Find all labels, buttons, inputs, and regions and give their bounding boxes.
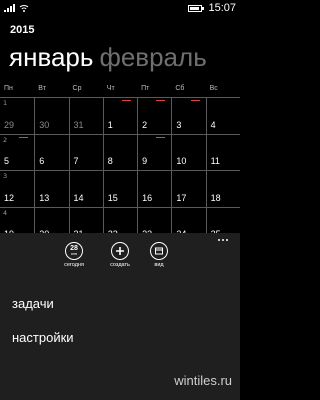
weekday-label: Вс: [209, 85, 218, 92]
more-dots-icon[interactable]: [218, 239, 228, 241]
weekday-label: Сб: [175, 85, 185, 92]
day-number: 16: [142, 192, 153, 203]
weekday-header-row: Пн Вт Ср Чт Пт Сб Вс: [0, 85, 240, 97]
day-cell[interactable]: 3 12: [0, 171, 34, 207]
weekday-label: Пт: [141, 85, 150, 92]
day-cell[interactable]: 1: [102, 98, 137, 134]
day-number: 6: [39, 156, 45, 166]
day-cell[interactable]: 10: [171, 134, 205, 170]
day-cell[interactable]: 30: [34, 98, 68, 134]
day-cell[interactable]: 17: [171, 171, 205, 207]
week-number: 4: [3, 208, 8, 217]
today-label: сегодня: [64, 262, 84, 268]
month-pivot: январь февраль: [9, 42, 207, 73]
menu-item-tasks[interactable]: задачи: [12, 296, 54, 311]
day-cell[interactable]: 15: [102, 171, 137, 207]
event-marker: [190, 100, 200, 101]
calendar-today-icon: 28 янв: [65, 242, 83, 260]
signal-icon: [4, 3, 15, 12]
day-number: 5: [4, 156, 10, 166]
week-row: 2 5 6 7 8 9 10 11: [0, 133, 240, 171]
day-number: 3: [176, 119, 182, 130]
day-number: 1: [107, 119, 113, 130]
week-number: 3: [3, 172, 8, 180]
week-number: 2: [3, 135, 8, 144]
day-cell[interactable]: 1 29: [0, 98, 34, 134]
day-number: 13: [39, 192, 50, 203]
month-calendar-grid: Пн Вт Ср Чт Пт Сб Вс 1 29 30 31 1 2 3 4 2 5 6 7 8 9 10 11 3 12 1…: [0, 85, 240, 243]
weekday-label: Пн: [4, 85, 13, 92]
create-label: создать: [110, 262, 130, 268]
day-number: 10: [176, 156, 187, 166]
weekday-label: Ср: [72, 85, 82, 92]
day-number: 7: [73, 156, 79, 166]
day-number: 14: [73, 192, 84, 203]
day-number: 31: [73, 119, 84, 130]
next-month[interactable]: февраль: [99, 42, 206, 72]
day-number: 29: [4, 119, 15, 130]
event-marker: [156, 100, 166, 101]
status-time: 15:07: [208, 2, 236, 14]
day-cell[interactable]: 7: [68, 134, 103, 170]
day-cell[interactable]: 9: [137, 134, 171, 170]
week-number: 1: [3, 99, 8, 107]
year-label: 2015: [10, 24, 35, 36]
today-month-abbr: янв: [70, 252, 78, 256]
day-cell[interactable]: 11: [205, 134, 240, 170]
today-button[interactable]: 28 янв сегодня: [54, 242, 94, 268]
calendar-view-icon: [150, 242, 168, 260]
day-cell[interactable]: 3: [171, 98, 205, 134]
day-number: 2: [142, 119, 148, 130]
status-bar: 15:07: [0, 0, 240, 16]
create-button[interactable]: создать: [100, 242, 140, 268]
view-button[interactable]: вид: [139, 242, 179, 268]
day-cell[interactable]: 18: [205, 171, 240, 207]
day-number: 8: [107, 156, 113, 166]
day-number: 11: [210, 156, 220, 166]
day-cell[interactable]: 16: [137, 171, 171, 207]
day-cell[interactable]: 14: [68, 171, 103, 207]
event-marker: [19, 136, 29, 138]
week-row: 1 29 30 31 1 2 3 4: [0, 97, 240, 134]
day-cell[interactable]: 25: [0, 135, 34, 171]
weekday-label: Чт: [106, 85, 115, 92]
day-cell[interactable]: 8: [102, 134, 137, 170]
event-marker: [122, 100, 132, 101]
day-number: 17: [176, 192, 187, 203]
week-row: 3 12 13 14 15 16 17 18: [0, 170, 240, 207]
day-cell[interactable]: 4: [205, 98, 240, 134]
day-cell[interactable]: 13: [34, 171, 68, 207]
menu-item-settings[interactable]: настройки: [12, 330, 74, 345]
weekday-label: Вт: [38, 85, 46, 92]
day-number: 18: [210, 192, 221, 203]
watermark: wintiles.ru: [174, 373, 232, 388]
weeks-container: 1293031123425678910113121314151617184192…: [0, 97, 240, 243]
day-cell[interactable]: 31: [68, 98, 103, 134]
view-label: вид: [154, 262, 164, 268]
day-number: 4: [210, 119, 216, 130]
event-marker: [156, 136, 166, 138]
day-cell[interactable]: 6: [34, 134, 68, 170]
day-number: 9: [142, 156, 148, 166]
app-bar: 28 янв сегодня создать вид задачи настро…: [0, 233, 240, 400]
current-month[interactable]: январь: [9, 42, 93, 72]
day-number: 12: [4, 192, 15, 203]
plus-icon: [111, 242, 129, 260]
wifi-icon: [19, 5, 29, 12]
battery-icon: [188, 4, 205, 12]
day-cell[interactable]: 2: [137, 98, 171, 134]
day-number: 30: [39, 119, 50, 130]
calendar-app-screen: 15:07 2015 январь февраль Пн Вт Ср Чт Пт Сб Вс …: [0, 0, 240, 400]
day-number: 15: [107, 192, 118, 203]
